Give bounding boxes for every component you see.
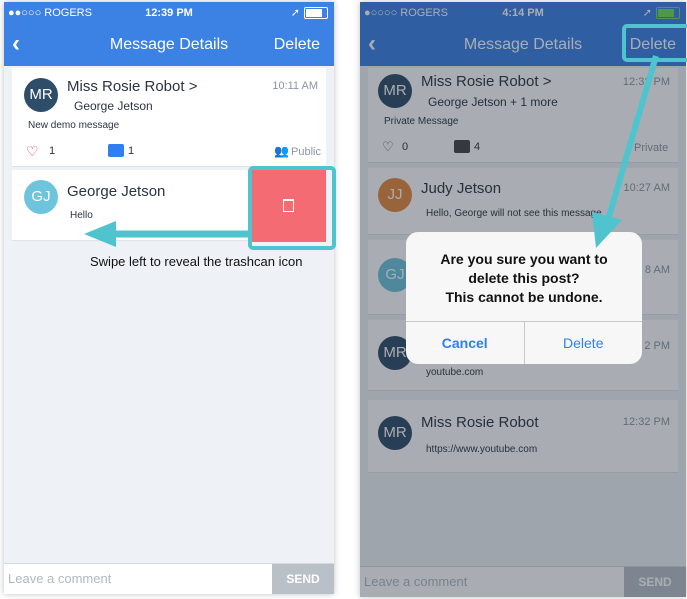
dialog-line: This cannot be undone.: [445, 289, 603, 305]
post-card[interactable]: MR Miss Rosie Robot > George Jetson 10:1…: [12, 68, 326, 167]
dialog-message: Are you sure you want to delete this pos…: [406, 250, 642, 307]
recipient-name: George Jetson: [74, 99, 153, 113]
comment-input[interactable]: Leave a comment: [8, 571, 111, 586]
status-time: 12:39 PM: [145, 7, 193, 19]
pointer-arrow: [592, 55, 659, 248]
left-phone-screen: ●●○○○ ROGERS 12:39 PM ➚ ‹ Message Detail…: [4, 2, 334, 594]
nav-bar: ‹ Message Details Delete: [4, 24, 334, 66]
avatar: GJ: [24, 180, 58, 214]
author-name[interactable]: Miss Rosie Robot >: [67, 78, 197, 95]
post-time: 10:11 AM: [272, 80, 318, 92]
like-count: 1: [49, 145, 56, 157]
swipe-caption: Swipe left to reveal the trashcan icon: [90, 254, 303, 269]
author-name[interactable]: George Jetson: [67, 183, 165, 200]
send-button[interactable]: SEND: [272, 564, 334, 594]
status-icons: ➚: [291, 6, 328, 19]
comment-icon[interactable]: [108, 144, 124, 157]
comment-bar: Leave a comment SEND: [4, 563, 334, 594]
people-icon: 👥: [274, 144, 289, 158]
dialog-buttons: Cancel Delete: [406, 321, 642, 364]
status-bar: ●●○○○ ROGERS 12:39 PM ➚: [4, 2, 334, 24]
delete-button[interactable]: Delete: [274, 36, 320, 54]
battery-icon: [304, 6, 328, 19]
trash-highlight-box: [248, 166, 336, 250]
post-message: New demo message: [28, 120, 120, 131]
comment-count: 1: [128, 145, 135, 157]
cancel-button[interactable]: Cancel: [406, 322, 524, 364]
avatar: MR: [24, 78, 58, 112]
visibility-label: Public: [291, 146, 321, 158]
swipe-left-arrow: [84, 221, 250, 247]
dialog-line: delete this post?: [468, 270, 580, 286]
heart-icon[interactable]: ♡: [26, 143, 39, 160]
location-icon: ➚: [290, 7, 300, 19]
confirm-delete-button[interactable]: Delete: [523, 322, 643, 364]
